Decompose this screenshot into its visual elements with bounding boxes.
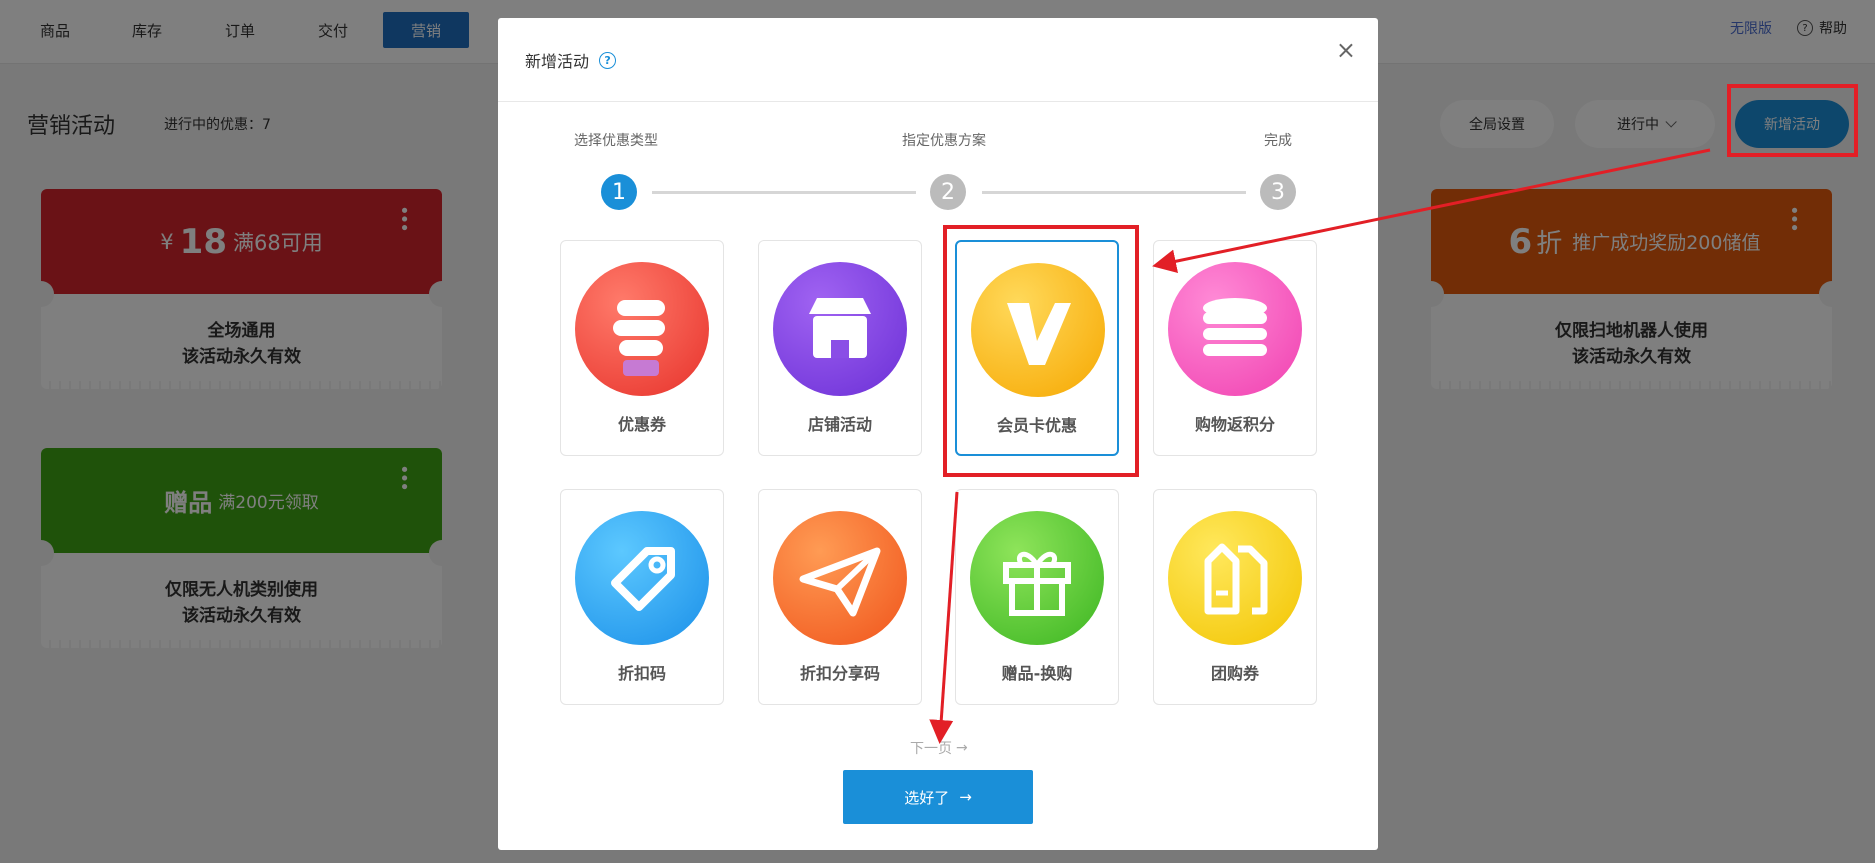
step-connector: [652, 191, 916, 194]
store-icon: [773, 262, 907, 396]
modal-header: 新增活动 ? ×: [498, 18, 1378, 102]
group-tag-icon: [1168, 511, 1302, 645]
highlight-vip-card: [943, 225, 1139, 477]
type-card-store[interactable]: 店铺活动: [758, 240, 922, 456]
step-circle-2: 2: [930, 174, 966, 210]
type-card-share-code[interactable]: 折扣分享码: [758, 489, 922, 705]
points-icon: [1168, 262, 1302, 396]
type-label: 折扣分享码: [799, 664, 880, 683]
type-label: 赠品-换购: [1001, 664, 1073, 683]
type-card-discount-code[interactable]: 折扣码: [560, 489, 724, 705]
step-label-1: 选择优惠类型: [574, 133, 658, 149]
close-icon[interactable]: ×: [1336, 36, 1356, 64]
type-card-coupon[interactable]: 优惠券: [560, 240, 724, 456]
next-page-label: 下一页: [910, 741, 952, 757]
type-card-gift[interactable]: 赠品-换购: [955, 489, 1119, 705]
type-label: 折扣码: [617, 664, 666, 683]
confirm-label: 选好了: [904, 788, 950, 807]
type-label: 团购券: [1210, 664, 1259, 683]
arrow-right-icon: →: [959, 788, 972, 806]
type-label: 店铺活动: [807, 415, 872, 434]
step-label-3: 完成: [1264, 133, 1292, 149]
gift-icon: [970, 511, 1104, 645]
step-connector: [982, 191, 1246, 194]
step-circle-3: 3: [1260, 174, 1296, 210]
modal-title-text: 新增活动: [525, 52, 590, 71]
type-label: 购物返积分: [1194, 415, 1275, 434]
type-card-points[interactable]: 购物返积分: [1153, 240, 1317, 456]
highlight-new-activity: [1727, 84, 1858, 157]
next-page-link[interactable]: 下一页 →: [910, 738, 968, 758]
confirm-button[interactable]: 选好了 →: [843, 770, 1033, 824]
step-label-2: 指定优惠方案: [902, 133, 986, 149]
paper-plane-icon: [773, 511, 907, 645]
modal-title: 新增活动 ?: [525, 48, 617, 72]
question-icon[interactable]: ?: [599, 51, 617, 69]
type-card-group-buy[interactable]: 团购券: [1153, 489, 1317, 705]
new-activity-modal: 新增活动 ? × 选择优惠类型 指定优惠方案 完成 1 2 3 优惠券 店铺活动…: [498, 18, 1378, 850]
step-circle-1: 1: [601, 174, 637, 210]
arrow-right-icon: →: [956, 740, 968, 756]
coupon-icon: [575, 262, 709, 396]
discount-tag-icon: [575, 511, 709, 645]
type-label: 优惠券: [617, 415, 666, 434]
